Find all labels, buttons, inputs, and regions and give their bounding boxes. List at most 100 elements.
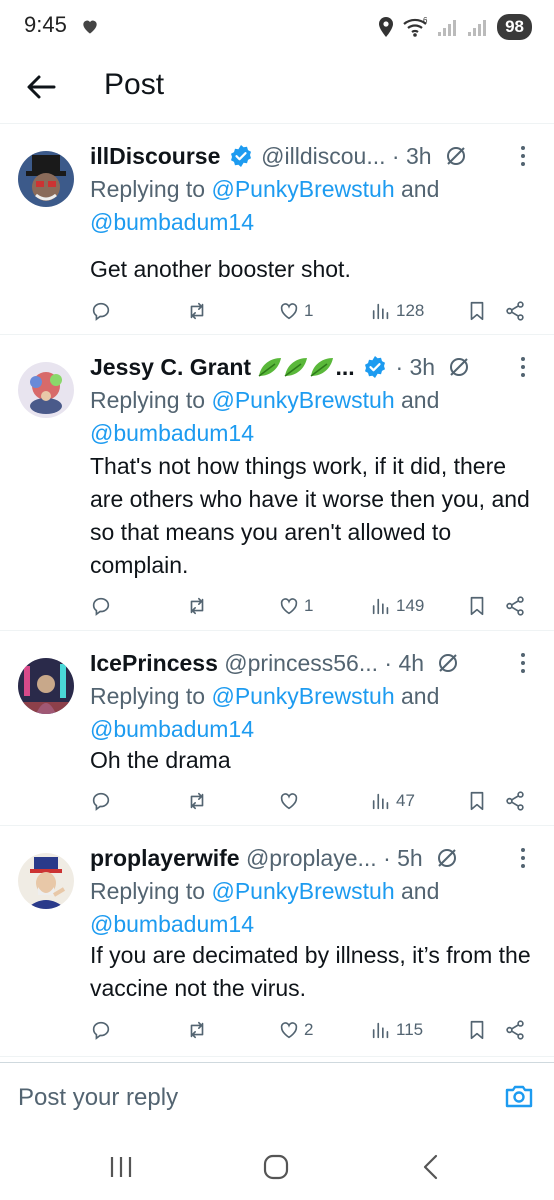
reply-icon	[92, 792, 110, 811]
camera-icon[interactable]	[504, 1081, 534, 1111]
display-name[interactable]: IcePrincess	[90, 650, 218, 676]
replying-to: Replying to @PunkyBrewstuh and @bumbadum…	[90, 875, 540, 941]
more-vertical-icon[interactable]	[512, 845, 534, 871]
replying-and: and	[394, 683, 440, 709]
replying-prefix: Replying to	[90, 878, 206, 904]
action-bar: 47	[90, 786, 540, 816]
share-button[interactable]	[504, 591, 526, 621]
reply-item[interactable]: Jessy C. Grant ... · 3h Replying to @Pun…	[0, 336, 554, 631]
share-button[interactable]	[504, 786, 526, 816]
action-bar: 1 128	[90, 296, 540, 326]
reply-button[interactable]	[90, 1015, 112, 1045]
reply-button[interactable]	[90, 591, 112, 621]
replying-and: and	[394, 878, 440, 904]
avatar[interactable]	[18, 151, 74, 207]
mention-link[interactable]: @PunkyBrewstuh	[211, 683, 394, 709]
bookmark-button[interactable]	[466, 1015, 488, 1045]
display-name[interactable]: Jessy C. Grant	[90, 354, 251, 380]
view-count: 115	[396, 1020, 424, 1039]
grok-icon[interactable]	[436, 651, 460, 675]
mention-link[interactable]: @PunkyBrewstuh	[211, 176, 394, 202]
reply-button[interactable]	[90, 296, 112, 326]
views-button[interactable]: 149	[370, 591, 424, 621]
mention-link[interactable]: @bumbadum14	[90, 911, 254, 937]
action-bar: 2 115	[90, 1015, 540, 1045]
mention-link[interactable]: @PunkyBrewstuh	[211, 387, 394, 413]
status-indicators: 6 98	[377, 12, 532, 42]
like-button[interactable]: 1	[278, 591, 313, 621]
more-vertical-icon[interactable]	[512, 143, 534, 169]
heart-icon	[280, 793, 298, 810]
views-button[interactable]: 128	[370, 296, 424, 326]
replying-to: Replying to @PunkyBrewstuh and @bumbadum…	[90, 680, 540, 746]
share-button[interactable]	[504, 1015, 526, 1045]
arrow-left-icon[interactable]	[24, 70, 58, 104]
heart-icon	[280, 1022, 298, 1039]
back-nav-icon[interactable]	[416, 1152, 446, 1182]
action-bar: 1 149	[90, 591, 540, 621]
share-button[interactable]	[504, 296, 526, 326]
home-icon[interactable]	[261, 1152, 291, 1182]
reply-icon	[92, 1021, 110, 1040]
mention-link[interactable]: @bumbadum14	[90, 209, 254, 235]
grok-icon[interactable]	[435, 846, 459, 870]
mention-link[interactable]: @bumbadum14	[90, 716, 254, 742]
repost-button[interactable]	[186, 591, 208, 621]
display-name[interactable]: illDiscourse	[90, 143, 220, 169]
replying-to: Replying to @PunkyBrewstuh and @bumbadum…	[90, 173, 540, 239]
grok-icon[interactable]	[447, 355, 471, 379]
like-button[interactable]: 2	[278, 1015, 313, 1045]
repost-button[interactable]	[186, 296, 208, 326]
display-name[interactable]: proplayerwife	[90, 845, 240, 871]
avatar[interactable]	[18, 658, 74, 714]
heart-icon	[280, 303, 298, 320]
bookmark-icon	[470, 596, 484, 616]
avatar[interactable]	[18, 362, 74, 418]
views-icon	[372, 1022, 389, 1039]
recent-apps-icon[interactable]	[106, 1152, 136, 1182]
bookmark-button[interactable]	[466, 786, 488, 816]
views-button[interactable]: 115	[370, 1015, 423, 1045]
mention-link[interactable]: @bumbadum14	[90, 420, 254, 446]
like-button[interactable]: 1	[278, 296, 313, 326]
post-time: · 3h	[395, 354, 436, 380]
reply-header: IcePrincess @princess56... · 4h	[90, 646, 510, 680]
bookmark-button[interactable]	[466, 591, 488, 621]
reply-text: Get another booster shot.	[90, 256, 351, 282]
bookmark-icon	[470, 791, 484, 811]
reply-header: proplayerwife @proplaye... · 5h	[90, 841, 510, 875]
reply-item[interactable]: proplayerwife @proplaye... · 5h Replying…	[0, 827, 554, 1057]
share-icon	[506, 301, 524, 321]
views-button[interactable]: 47	[370, 786, 415, 816]
more-vertical-icon[interactable]	[512, 354, 534, 380]
reply-item[interactable]: illDiscourse @illdiscou... · 3h Replying…	[0, 125, 554, 335]
reply-item[interactable]: IcePrincess @princess56... · 4h Replying…	[0, 632, 554, 826]
reply-header: Jessy C. Grant ... · 3h	[90, 350, 510, 384]
repost-button[interactable]	[186, 1015, 208, 1045]
views-icon	[372, 303, 389, 320]
avatar[interactable]	[18, 853, 74, 909]
reply-input[interactable]	[18, 1081, 458, 1115]
mention-link[interactable]: @PunkyBrewstuh	[211, 878, 394, 904]
views-icon	[372, 598, 389, 615]
bookmark-button[interactable]	[466, 296, 488, 326]
view-count: 47	[396, 791, 415, 810]
more-vertical-icon[interactable]	[512, 650, 534, 676]
replying-prefix: Replying to	[90, 387, 206, 413]
heart-status-icon	[83, 20, 97, 34]
reply-text: That's not how things work, if it did, t…	[90, 453, 530, 578]
reply-header: illDiscourse @illdiscou... · 3h	[90, 139, 510, 173]
user-handle: @proplaye...	[245, 845, 377, 871]
like-button[interactable]	[278, 786, 304, 816]
post-time: · 5h	[383, 845, 423, 871]
network-label: 6	[423, 16, 428, 25]
repost-button[interactable]	[186, 786, 208, 816]
grok-icon[interactable]	[444, 144, 468, 168]
reply-button[interactable]	[90, 786, 112, 816]
replying-and: and	[394, 387, 440, 413]
status-bar: 9:45 6 98	[0, 0, 554, 56]
signal-2-icon	[468, 20, 487, 36]
wifi-icon: 6	[403, 16, 428, 37]
reply-icon	[92, 597, 110, 616]
verified-badge-icon	[230, 145, 251, 167]
